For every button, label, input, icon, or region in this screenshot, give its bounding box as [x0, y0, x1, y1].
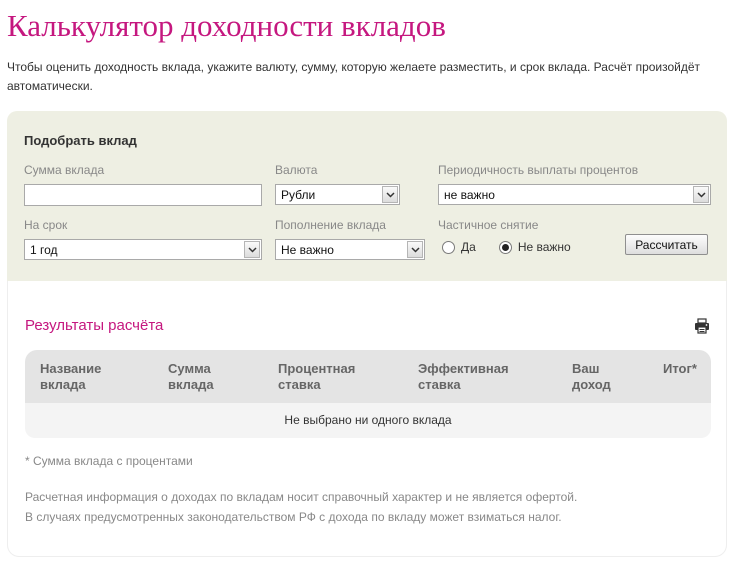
chevron-down-icon[interactable] [407, 241, 423, 258]
chevron-down-icon[interactable] [244, 241, 260, 258]
payout-frequency-select[interactable]: не важно [438, 184, 711, 205]
results-title: Результаты расчёта [25, 317, 164, 334]
currency-select[interactable]: Рубли [275, 184, 400, 205]
column-header-deposit-name[interactable]: Название вклада [40, 361, 101, 393]
withdrawal-option-any[interactable]: Не важно [498, 240, 571, 254]
column-header-interest-rate[interactable]: Процентная ставка [278, 361, 355, 393]
withdrawal-radio-group: Да Не важно [442, 240, 571, 254]
chevron-down-icon[interactable] [693, 186, 709, 203]
radio-checked-icon[interactable] [498, 240, 512, 254]
topup-select[interactable]: Не важно [275, 239, 425, 260]
withdrawal-option-any-label: Не важно [517, 240, 571, 254]
column-header-effective-rate[interactable]: Эффективная ставка [418, 361, 509, 393]
term-label: На срок [24, 218, 68, 232]
form-title: Подобрать вклад [24, 133, 137, 148]
radio-unchecked-icon[interactable] [442, 240, 455, 254]
table-header: Название вклада Сумма вклада Процентная ста… [25, 350, 711, 403]
results-panel: Результаты расчёта Название вклада Сумма в… [7, 281, 727, 557]
column-header-deposit-amount[interactable]: Сумма вклада [168, 361, 214, 393]
footnote: * Сумма вклада с процентами [25, 454, 193, 468]
payout-select-value: не важно [444, 188, 495, 202]
currency-label: Валюта [275, 163, 318, 177]
printer-icon[interactable] [694, 318, 710, 334]
table-body: Не выбрано ни одного вклада [25, 403, 711, 438]
intro-text: Чтобы оценить доходность вклада, укажите… [7, 60, 701, 93]
term-select-value: 1 год [30, 243, 58, 257]
results-table: Название вклада Сумма вклада Процентная ста… [25, 350, 711, 438]
amount-input[interactable] [24, 184, 262, 206]
column-header-total[interactable]: Итог* [663, 361, 697, 377]
withdrawal-option-yes[interactable]: Да [442, 240, 476, 254]
withdrawal-option-yes-label: Да [461, 240, 476, 254]
disclaimer: Расчетная информация о доходах по вклада… [25, 487, 577, 527]
disclaimer-line: Расчетная информация о доходах по вклада… [25, 490, 578, 504]
column-header-income[interactable]: Ваш доход [572, 361, 611, 393]
empty-results-message: Не выбрано ни одного вклада [284, 413, 452, 427]
calculate-button[interactable]: Рассчитать [625, 234, 708, 255]
page-title: Калькулятор доходности вкладов [7, 8, 446, 43]
disclaimer-line: В случаях предусмотренных законодательст… [25, 510, 562, 524]
topup-select-value: Не важно [281, 243, 334, 257]
chevron-down-icon[interactable] [382, 186, 398, 203]
withdrawal-label: Частичное снятие [438, 218, 539, 232]
deposit-search-form: Подобрать вклад Сумма вклада Валюта Рубл… [7, 111, 727, 281]
term-select[interactable]: 1 год [24, 239, 262, 260]
currency-select-value: Рубли [281, 188, 316, 202]
payout-label: Периодичность выплаты процентов [438, 163, 639, 177]
topup-label: Пополнение вклада [275, 218, 386, 232]
amount-label: Сумма вклада [24, 163, 105, 177]
